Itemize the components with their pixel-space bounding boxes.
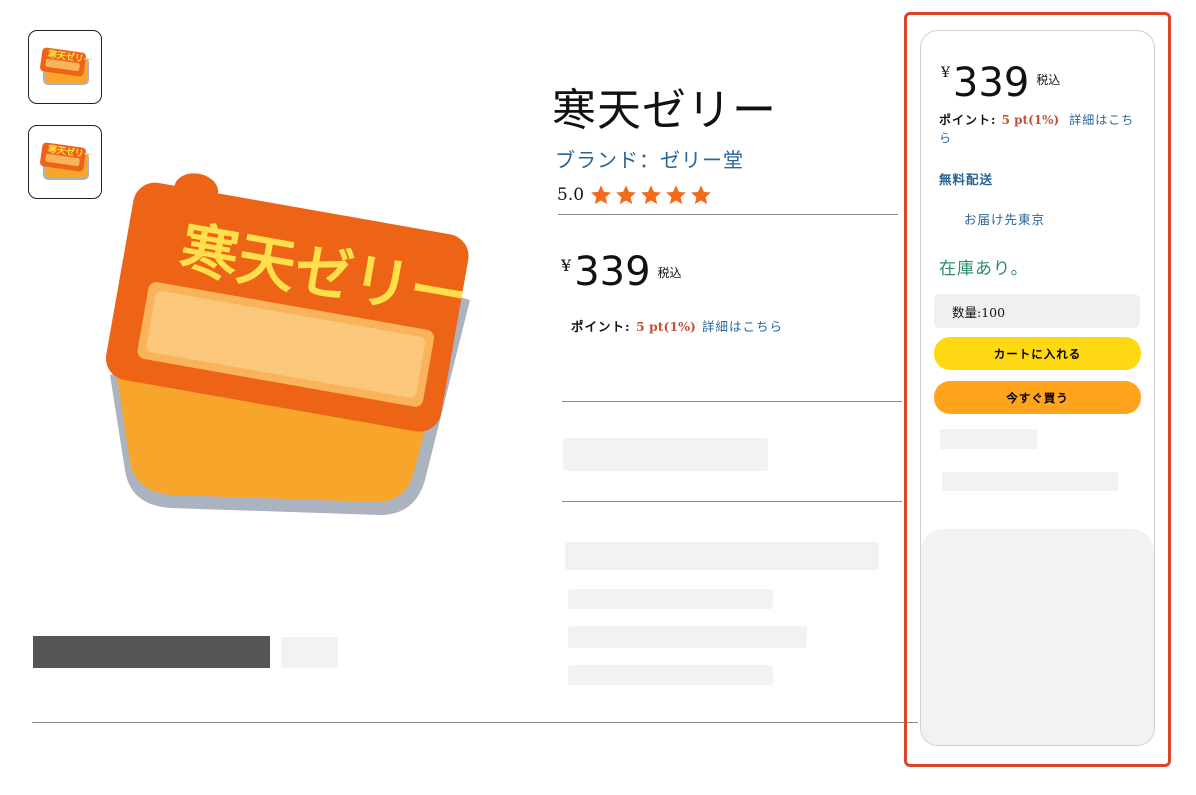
- placeholder-panel: [921, 529, 1154, 745]
- product-title: 寒天ゼリー: [552, 85, 777, 136]
- points-value: 5 pt(1%): [635, 319, 696, 334]
- points-value: 5 pt(1%): [1001, 113, 1060, 127]
- currency-symbol: ¥: [941, 65, 950, 81]
- currency-symbol: ¥: [561, 256, 572, 275]
- rating-value: 5.0: [557, 185, 585, 205]
- star-icon: [666, 185, 686, 205]
- placeholder-block: [563, 438, 768, 471]
- tax-label: 税込: [1036, 73, 1061, 87]
- buy-now-button[interactable]: 今すぐ買う: [934, 381, 1141, 414]
- product-rating[interactable]: 5.0: [557, 184, 712, 206]
- stock-status: 在庫あり。: [939, 259, 1029, 279]
- kanten-jelly-pack-illustration: 寒天ゼリー: [105, 173, 472, 515]
- rating-stars: [590, 184, 712, 206]
- points-info: ポイント: 5 pt(1%) 詳細はこちら: [571, 316, 783, 335]
- tax-label: 税込: [657, 266, 682, 280]
- placeholder-bar-dark: [33, 636, 270, 668]
- placeholder-line: [568, 626, 807, 648]
- free-shipping-link[interactable]: 無料配送: [939, 169, 993, 188]
- buybox-points-info: ポイント: 5 pt(1%) 詳細はこちら: [939, 111, 1139, 147]
- star-icon: [691, 185, 711, 205]
- star-icon: [616, 185, 636, 205]
- placeholder-line: [565, 542, 879, 570]
- divider: [32, 722, 918, 723]
- jelly-pack-icon: 寒天ゼリー: [40, 47, 92, 85]
- divider: [562, 501, 902, 502]
- star-icon: [641, 185, 661, 205]
- placeholder-line: [940, 429, 1037, 449]
- buybox-price: ¥ 339 税込: [941, 59, 1060, 107]
- points-label: ポイント:: [571, 319, 636, 334]
- placeholder-line: [568, 665, 773, 685]
- price-amount: 339: [574, 249, 651, 295]
- points-label: ポイント:: [939, 113, 1002, 127]
- quantity-select[interactable]: 数量:100: [934, 294, 1140, 328]
- delivery-location-link[interactable]: お届け先東京: [964, 209, 1045, 228]
- star-icon: [591, 185, 611, 205]
- divider: [558, 214, 898, 215]
- placeholder-bar-light: [281, 637, 338, 668]
- buy-box: ¥ 339 税込 ポイント: 5 pt(1%) 詳細はこちら 無料配送 お届け先東…: [920, 30, 1155, 746]
- placeholder-line: [942, 472, 1118, 491]
- brand-link[interactable]: ブランド：ゼリー堂: [555, 144, 744, 173]
- thumbnail-1[interactable]: 寒天ゼリー: [28, 30, 102, 104]
- add-to-cart-button[interactable]: カートに入れる: [934, 337, 1141, 370]
- divider: [562, 401, 902, 402]
- placeholder-line: [568, 589, 773, 609]
- points-details-link[interactable]: 詳細はこちら: [702, 319, 783, 334]
- price: ¥ 339 税込: [561, 248, 682, 296]
- main-product-image: 寒天ゼリー: [70, 170, 510, 530]
- price-amount: 339: [952, 60, 1030, 106]
